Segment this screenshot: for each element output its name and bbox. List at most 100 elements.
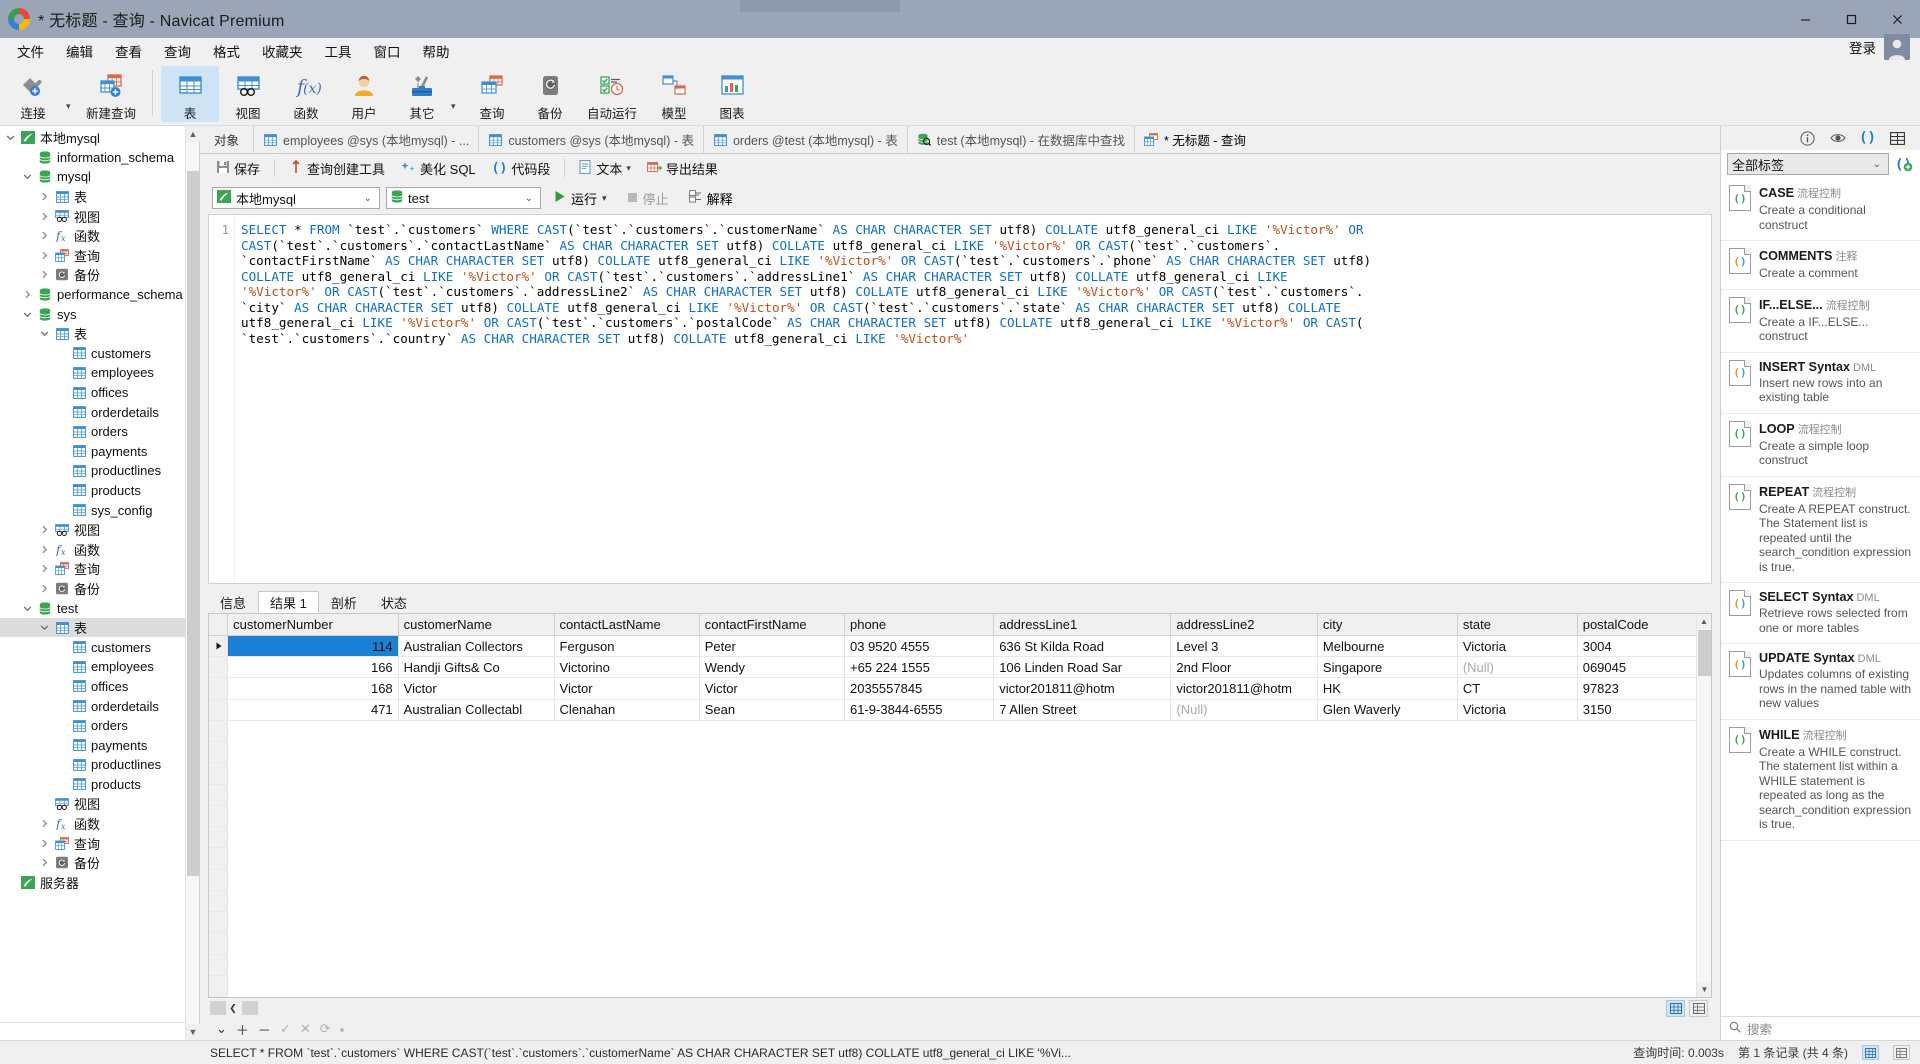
tree-node-sys[interactable]: sys bbox=[0, 304, 199, 324]
tree-node-orderdetails[interactable]: orderdetails bbox=[0, 402, 199, 422]
table-cell[interactable]: (Null) bbox=[1170, 699, 1318, 721]
tree-node-test[interactable]: test bbox=[0, 598, 199, 618]
tree-node-orderdetails[interactable]: orderdetails bbox=[0, 696, 199, 716]
chevron-right-icon[interactable] bbox=[36, 858, 53, 867]
table-cell[interactable]: Level 3 bbox=[1170, 635, 1318, 658]
record-collapse-icon[interactable]: ⌄ bbox=[216, 1021, 227, 1037]
table-cell[interactable]: Victor bbox=[398, 677, 555, 700]
snippet-item[interactable]: () IF...ELSE... 流程控制 Create a IF...ELSE... … bbox=[1721, 290, 1920, 353]
toolbar-query-button[interactable]: 查询 bbox=[463, 66, 521, 122]
tree-node-[interactable]: 服务器 bbox=[0, 873, 199, 893]
record-stop-icon[interactable]: ▪ bbox=[340, 1022, 345, 1037]
table-cell[interactable]: 2nd Floor bbox=[1170, 656, 1318, 679]
table-cell[interactable]: 114 bbox=[227, 635, 399, 658]
tree-node-[interactable]: 备份 bbox=[0, 853, 199, 873]
hscroll-thumb[interactable] bbox=[242, 1001, 258, 1015]
column-header-contactFirstName[interactable]: contactFirstName bbox=[699, 614, 845, 636]
sql-text[interactable]: SELECT * FROM `test`.`customers` WHERE C… bbox=[235, 215, 1711, 583]
chevron-down-icon[interactable] bbox=[19, 172, 36, 181]
table-cell[interactable]: 471 bbox=[227, 699, 399, 721]
chevron-down-icon[interactable] bbox=[2, 133, 19, 142]
chevron-down-icon[interactable] bbox=[36, 329, 53, 338]
save-button[interactable]: 保存 bbox=[208, 156, 268, 181]
database-select[interactable]: test ⌄ bbox=[386, 187, 541, 209]
record-refresh-icon[interactable]: ⟳ bbox=[320, 1021, 331, 1037]
record-add-icon[interactable]: ＋ bbox=[236, 1020, 249, 1039]
table-cell[interactable]: Clenahan bbox=[554, 699, 700, 721]
table-cell[interactable]: Australian Collectabl bbox=[398, 699, 555, 721]
toolbar-user-button[interactable]: 用户 bbox=[335, 66, 393, 122]
minimize-button[interactable] bbox=[1782, 0, 1828, 38]
column-header-postalCode[interactable]: postalCode bbox=[1577, 614, 1711, 636]
grid-view-toggle[interactable] bbox=[1666, 999, 1685, 1017]
tree-node-[interactable]: 表 bbox=[0, 324, 199, 344]
run-dropdown-caret-icon[interactable]: ▾ bbox=[602, 193, 607, 204]
snippet-item[interactable]: () INSERT Syntax DML Insert new rows into a… bbox=[1721, 353, 1920, 414]
tree-node-[interactable]: 查询 bbox=[0, 246, 199, 266]
column-header-contactLastName[interactable]: contactLastName bbox=[554, 614, 700, 636]
column-header-city[interactable]: city bbox=[1317, 614, 1458, 636]
export-result-button[interactable]: 导出结果 bbox=[639, 156, 726, 181]
result-tab-2[interactable]: 剖析 bbox=[319, 591, 369, 613]
snippet-list[interactable]: () CASE 流程控制 Create a conditional construct… bbox=[1721, 178, 1920, 1016]
stop-button[interactable]: 停止 bbox=[620, 186, 676, 211]
beautify-sql-button[interactable]: 美化 SQL bbox=[393, 156, 484, 181]
toolbar-new-query-button[interactable]: 新建查询 bbox=[78, 66, 144, 122]
table-cell[interactable]: (Null) bbox=[1457, 656, 1578, 679]
table-cell[interactable]: 3004 bbox=[1577, 635, 1711, 658]
hscroll-left-cap[interactable] bbox=[210, 1001, 226, 1015]
tab-employees-sys[interactable]: employees @sys (本地mysql) - ... bbox=[253, 126, 478, 153]
table-cell[interactable]: 97823 bbox=[1577, 677, 1711, 700]
chevron-right-icon[interactable] bbox=[36, 584, 53, 593]
chevron-right-icon[interactable] bbox=[36, 525, 53, 534]
tree-node-employees[interactable]: employees bbox=[0, 657, 199, 677]
tree-node-[interactable]: 表 bbox=[0, 617, 199, 638]
chevron-right-icon[interactable] bbox=[36, 212, 53, 221]
tree-node-payments[interactable]: payments bbox=[0, 735, 199, 755]
maximize-button[interactable] bbox=[1828, 0, 1874, 38]
tree-node-products[interactable]: products bbox=[0, 481, 199, 501]
table-cell[interactable]: Glen Waverly bbox=[1317, 699, 1458, 721]
menu-format[interactable]: 格式 bbox=[202, 38, 251, 64]
toolbar-chart-button[interactable]: 图表 bbox=[703, 66, 761, 122]
grid-vertical-scrollbar[interactable]: ▲ ▼ bbox=[1696, 614, 1711, 997]
tree-node-[interactable]: f x 函数 bbox=[0, 226, 199, 246]
table-body[interactable]: 114 Australian Collectors Ferguson Peter 03 … bbox=[209, 635, 1711, 997]
table-cell[interactable]: CT bbox=[1457, 677, 1578, 700]
tree-node-[interactable]: 查询 bbox=[0, 833, 199, 853]
chevron-down-icon[interactable] bbox=[36, 623, 53, 632]
tree-node-productlines[interactable]: productlines bbox=[0, 461, 199, 481]
tree-node-customers[interactable]: customers bbox=[0, 344, 199, 364]
add-snippet-button[interactable]: () bbox=[1894, 156, 1914, 172]
status-form-mode-icon[interactable] bbox=[1893, 1045, 1910, 1060]
chevron-right-icon[interactable] bbox=[36, 839, 53, 848]
table-cell[interactable]: victor201811@hotm bbox=[1170, 677, 1318, 700]
tree-node-payments[interactable]: payments bbox=[0, 442, 199, 462]
tree-node-mysql[interactable]: mysql bbox=[0, 167, 199, 187]
tab-untitled-query[interactable]: * 无标题 - 查询 bbox=[1133, 126, 1255, 153]
chevron-right-icon[interactable] bbox=[36, 251, 53, 260]
toolbar-backup-button[interactable]: 备份 bbox=[521, 66, 579, 122]
result-tab-1[interactable]: 结果 1 bbox=[258, 591, 319, 613]
toolbar-other-button[interactable]: 其它 bbox=[393, 66, 451, 122]
chevron-down-icon[interactable]: ⌄ bbox=[1870, 159, 1884, 170]
table-cell[interactable]: Ferguson bbox=[554, 635, 700, 658]
table-row[interactable]: 471 Australian Collectabl Clenahan Sean 61-9… bbox=[209, 699, 1711, 721]
row-marker[interactable] bbox=[209, 635, 229, 658]
chevron-right-icon[interactable] bbox=[36, 270, 53, 279]
tag-filter-select[interactable]: 全部标签 ⌄ bbox=[1727, 153, 1889, 175]
chevron-right-icon[interactable] bbox=[36, 192, 53, 201]
menu-favorites[interactable]: 收藏夹 bbox=[251, 38, 314, 64]
table-cell[interactable]: 636 St Kilda Road bbox=[993, 635, 1172, 658]
table-cell[interactable]: Wendy bbox=[699, 656, 845, 679]
snippet-search-row[interactable]: 搜索 bbox=[1721, 1016, 1920, 1040]
chevron-right-icon[interactable] bbox=[36, 564, 53, 573]
info-icon[interactable] bbox=[1799, 130, 1816, 147]
query-builder-button[interactable]: 查询创建工具 bbox=[281, 156, 393, 181]
sidebar-scroll-up-icon[interactable]: ▲ bbox=[186, 126, 200, 142]
table-row[interactable]: 166 Handji Gifts& Co Victorino Wendy +65 224… bbox=[209, 656, 1711, 679]
row-marker[interactable] bbox=[209, 699, 229, 721]
column-header-addressLine2[interactable]: addressLine2 bbox=[1170, 614, 1318, 636]
snippet-item[interactable]: () UPDATE Syntax DML Updates columns of exi… bbox=[1721, 644, 1920, 720]
grid-scroll-thumb[interactable] bbox=[1698, 630, 1711, 676]
